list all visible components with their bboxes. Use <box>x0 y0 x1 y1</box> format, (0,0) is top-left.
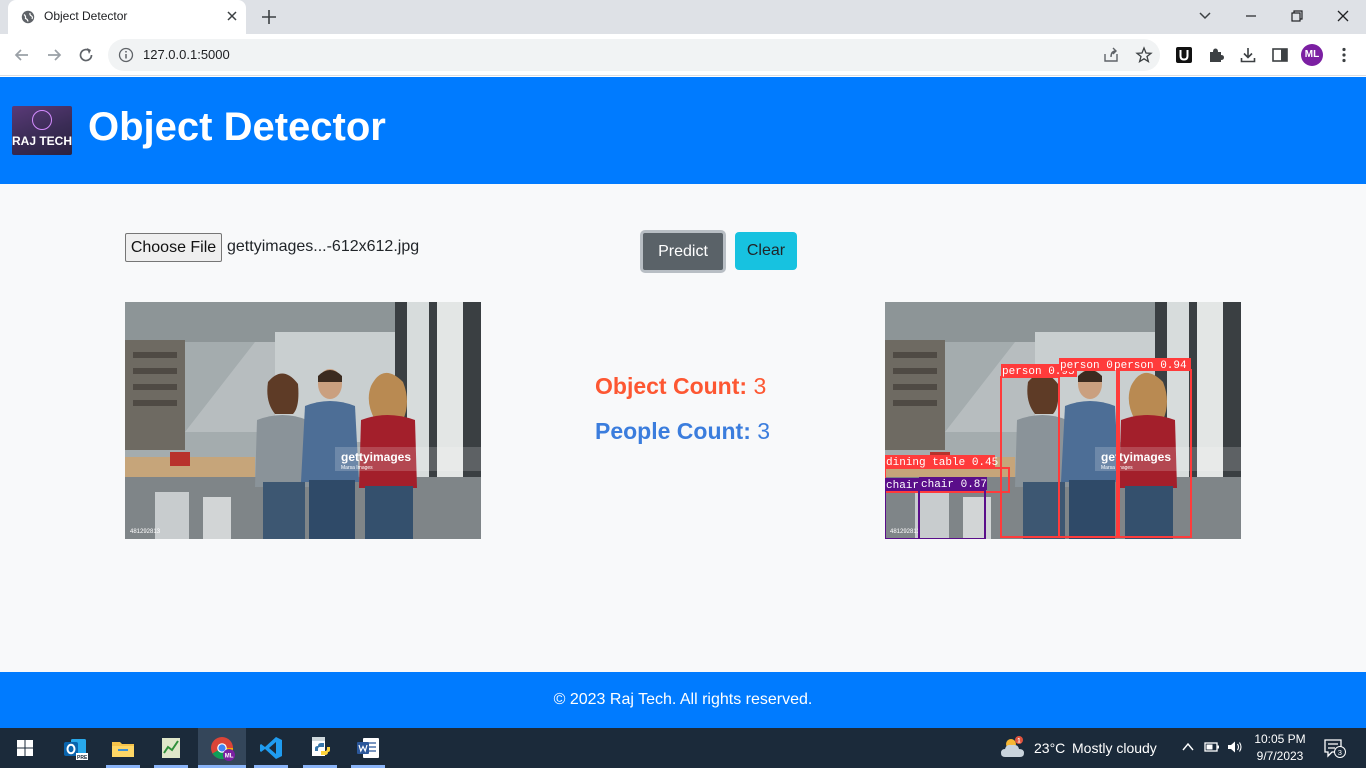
windows-taskbar: PRE ML 1 23°C Mostly cloudy 10:05 PM 9/7… <box>0 728 1366 768</box>
clock-time: 10:05 PM <box>1254 732 1306 746</box>
clock-date: 9/7/2023 <box>1256 749 1304 763</box>
download-icon[interactable] <box>1238 45 1258 65</box>
object-count: Object Count: 3 <box>595 373 766 400</box>
watermark-text: gettyimages <box>341 450 411 464</box>
profile-avatar[interactable]: ML <box>1301 44 1323 66</box>
file-explorer-icon[interactable] <box>109 734 137 762</box>
tab-title: Object Detector <box>44 9 128 23</box>
restore-icon[interactable] <box>1287 6 1307 26</box>
address-bar[interactable]: 127.0.0.1:5000 <box>108 39 1160 71</box>
object-count-value: 3 <box>753 373 767 399</box>
globe-icon <box>21 10 35 24</box>
new-tab-icon[interactable] <box>260 8 278 26</box>
predict-button[interactable]: Predict <box>640 230 726 273</box>
result-image: gettyimages Marsa Images 481292813 perso… <box>885 302 1241 539</box>
vscode-icon[interactable] <box>257 734 285 762</box>
page: RAJ TECH Object Detector Choose File get… <box>0 77 1366 728</box>
battery-power-icon[interactable] <box>1203 739 1221 755</box>
office-photo: gettyimages Marsa Images 481292813 <box>125 302 481 539</box>
detection-label: person 0 <box>1060 360 1113 372</box>
browser-tab[interactable]: Object Detector <box>8 0 246 34</box>
annotated-photo: gettyimages Marsa Images 481292813 perso… <box>885 302 1241 539</box>
choose-file-button[interactable]: Choose File <box>125 233 222 262</box>
notification-count: 3 <box>1338 748 1342 757</box>
page-title: Object Detector <box>88 105 386 149</box>
minimize-icon[interactable] <box>1241 6 1261 26</box>
footer-copyright: © 2023 Raj Tech. All rights reserved. <box>553 691 813 708</box>
word-icon[interactable] <box>354 734 382 762</box>
outlook-badge: PRE <box>77 755 88 761</box>
windows-start-icon[interactable] <box>11 734 39 762</box>
browser-toolbar: 127.0.0.1:5000 ML <box>0 34 1366 76</box>
close-window-icon[interactable] <box>1333 6 1353 26</box>
weather-description[interactable]: Mostly cloudy <box>1072 740 1157 756</box>
detection-label: dining table 0.45 <box>886 457 998 469</box>
raj-tech-logo: RAJ TECH <box>12 106 72 155</box>
object-count-label: Object Count: <box>595 373 748 399</box>
watermark-subtext: Marsa Images <box>341 465 373 471</box>
python-icon[interactable] <box>306 734 334 762</box>
site-header: RAJ TECH Object Detector <box>0 77 1366 184</box>
chrome-icon[interactable]: ML <box>208 734 236 762</box>
weather-cloud-icon[interactable]: 1 <box>999 735 1027 761</box>
ublock-extension-icon[interactable] <box>1174 45 1194 65</box>
task-manager-icon[interactable] <box>157 734 185 762</box>
more-menu-icon[interactable] <box>1334 45 1354 65</box>
detection-label: chair <box>886 480 919 492</box>
tab-search-icon[interactable] <box>1195 6 1215 26</box>
people-count: People Count: 3 <box>595 418 770 445</box>
bookmark-star-icon[interactable] <box>1135 46 1153 64</box>
clear-button[interactable]: Clear <box>735 232 797 270</box>
back-icon[interactable] <box>12 45 32 65</box>
close-tab-icon[interactable] <box>224 8 240 24</box>
chevron-up-icon[interactable] <box>1181 740 1195 754</box>
site-footer: © 2023 Raj Tech. All rights reserved. <box>0 672 1366 728</box>
logo-text: RAJ TECH <box>12 134 72 148</box>
side-panel-icon[interactable] <box>1270 45 1290 65</box>
image-id-text: 481292813 <box>130 529 161 535</box>
watermark-text: gettyimages <box>1101 450 1171 464</box>
selected-file-name: gettyimages...-612x612.jpg <box>227 238 420 255</box>
detection-label: chair 0.87 <box>921 479 987 491</box>
share-icon[interactable] <box>1102 46 1120 64</box>
detection-label: person 0.94 <box>1114 360 1187 372</box>
volume-icon[interactable] <box>1226 739 1244 755</box>
forward-icon[interactable] <box>44 45 64 65</box>
browser-tabbar: Object Detector <box>0 0 1366 34</box>
weather-temperature[interactable]: 23°C <box>1034 740 1065 756</box>
image-id-text: 481292813 <box>890 529 921 535</box>
logo-globe-mark <box>32 110 52 130</box>
site-info-icon[interactable] <box>118 47 134 63</box>
chrome-profile-badge: ML <box>225 754 234 760</box>
taskbar-clock[interactable]: 10:05 PM 9/7/2023 <box>1250 731 1310 765</box>
people-count-label: People Count: <box>595 418 751 444</box>
original-image: gettyimages Marsa Images 481292813 <box>125 302 481 539</box>
reload-icon[interactable] <box>76 45 96 65</box>
notifications-icon[interactable]: 3 <box>1323 737 1347 759</box>
outlook-icon[interactable]: PRE <box>61 734 89 762</box>
people-count-value: 3 <box>757 418 771 444</box>
extensions-puzzle-icon[interactable] <box>1206 45 1226 65</box>
url-text[interactable]: 127.0.0.1:5000 <box>143 47 230 62</box>
